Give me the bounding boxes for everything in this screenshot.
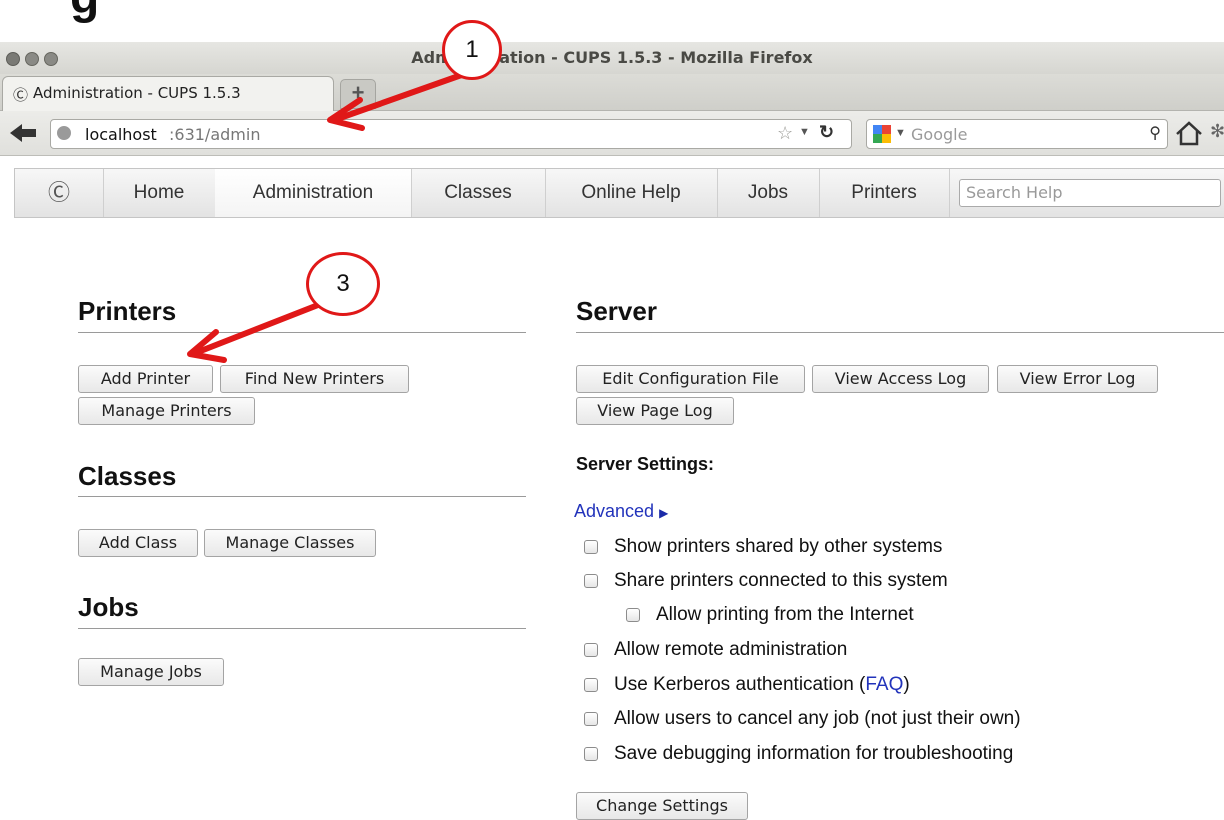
annotation-arrow-3 — [187, 302, 321, 363]
annotation-callout-3: 3 — [306, 252, 380, 316]
annotation-overlay — [187, 69, 473, 363]
annotation-arrow-1 — [327, 69, 473, 131]
annotation-callout-1: 1 — [442, 20, 502, 80]
